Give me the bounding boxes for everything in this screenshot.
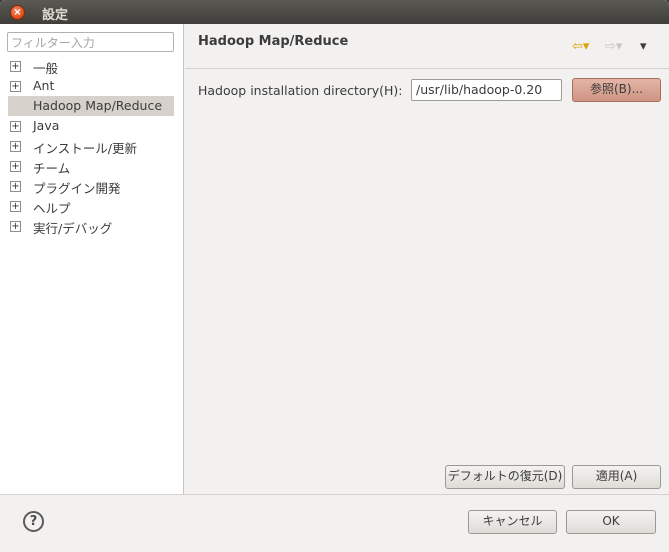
restore-defaults-button[interactable]: デフォルトの復元(D) — [445, 465, 565, 489]
back-arrow-icon[interactable]: ⇦▾ — [572, 40, 589, 54]
sidebar-item-label: Ant — [33, 78, 55, 93]
close-icon[interactable]: × — [10, 5, 25, 20]
expand-icon[interactable]: + — [10, 81, 21, 92]
sidebar-item-general[interactable]: + 一般 — [0, 56, 184, 76]
cancel-button[interactable]: キャンセル — [468, 510, 557, 534]
expand-icon[interactable]: + — [10, 201, 21, 212]
expand-icon[interactable]: + — [10, 161, 21, 172]
expand-icon[interactable]: + — [10, 141, 21, 152]
sidebar-item-label: 一般 — [33, 61, 59, 76]
expand-icon[interactable]: + — [10, 181, 21, 192]
sidebar-item-plugin-dev[interactable]: + プラグイン開発 — [0, 176, 184, 196]
footer-divider — [0, 494, 669, 495]
sidebar-item-label: 実行/デバッグ — [33, 221, 113, 236]
header-divider — [185, 68, 669, 69]
filter-input[interactable]: フィルター入力 — [7, 32, 174, 52]
sidebar-item-ant[interactable]: + Ant — [0, 76, 184, 96]
browse-button[interactable]: 参照(B)... — [572, 78, 661, 102]
sidebar-item-label: チーム — [33, 161, 71, 176]
sidebar-item-label: プラグイン開発 — [33, 181, 121, 196]
sidebar-item-run-debug[interactable]: + 実行/デバッグ — [0, 216, 184, 236]
sidebar-item-help[interactable]: + ヘルプ — [0, 196, 184, 216]
sidebar-item-label: Java — [33, 118, 60, 133]
expand-icon[interactable]: + — [10, 61, 21, 72]
sidebar-item-hadoop[interactable]: Hadoop Map/Reduce — [0, 96, 184, 116]
sidebar-item-label: Hadoop Map/Reduce — [33, 98, 163, 113]
expand-icon[interactable]: + — [10, 221, 21, 232]
hadoop-dir-field[interactable]: /usr/lib/hadoop-0.20 — [411, 79, 562, 101]
hadoop-dir-label: Hadoop installation directory(H): — [198, 83, 403, 98]
sidebar: フィルター入力 + 一般 + Ant Hadoop Map/Reduce + J… — [0, 24, 184, 494]
sidebar-item-label: ヘルプ — [33, 201, 71, 216]
titlebar: × 設定 — [0, 0, 669, 24]
sidebar-item-java[interactable]: + Java — [0, 116, 184, 136]
window-title: 設定 — [42, 8, 69, 23]
sidebar-item-label: インストール/更新 — [33, 141, 137, 156]
sidebar-item-install-update[interactable]: + インストール/更新 — [0, 136, 184, 156]
view-menu-icon[interactable]: ▾ — [640, 40, 647, 54]
expand-icon[interactable]: + — [10, 121, 21, 132]
preferences-window: × 設定 フィルター入力 + 一般 + Ant Hadoop Map/Reduc… — [0, 0, 669, 552]
sidebar-item-team[interactable]: + チーム — [0, 156, 184, 176]
forward-arrow-icon: ⇨▾ — [605, 39, 623, 54]
ok-button[interactable]: OK — [566, 510, 656, 534]
apply-button[interactable]: 適用(A) — [572, 465, 661, 489]
page-title: Hadoop Map/Reduce — [198, 34, 349, 49]
help-icon[interactable]: ? — [23, 511, 44, 532]
